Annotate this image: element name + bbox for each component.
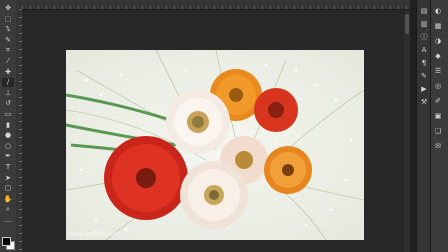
gradient-tool[interactable]: ▮: [2, 121, 14, 130]
gerbera-flowers-photo: [66, 50, 364, 240]
path-select-tool[interactable]: ➤: [2, 174, 14, 183]
panel-dock-collapsed-left: ▤ ▥ ⓘ A ¶ ✎ ▶ ⚒: [416, 0, 431, 252]
layers-panel-icon[interactable]: ☰: [433, 66, 443, 75]
lasso-tool[interactable]: ᔐ: [2, 25, 14, 34]
history-brush-tool[interactable]: ↺: [2, 99, 14, 108]
image-watermark: www.ps素材.com: [70, 231, 120, 238]
info-panel-icon[interactable]: ⓘ: [419, 32, 429, 41]
color-panel-icon[interactable]: ◐: [433, 6, 443, 15]
paths-panel-icon[interactable]: ✐: [433, 96, 443, 105]
healing-brush-tool[interactable]: ✚: [2, 68, 14, 77]
actions-panel-icon[interactable]: ▶: [419, 84, 429, 93]
tool-presets-panel-icon[interactable]: ⚒: [419, 97, 429, 106]
brush-panel-icon[interactable]: ✎: [419, 71, 429, 80]
more-tools[interactable]: …: [2, 216, 14, 225]
zoom-tool[interactable]: ⌕: [2, 205, 14, 214]
move-tool[interactable]: ✥: [2, 4, 14, 13]
horizontal-ruler[interactable]: [22, 0, 410, 10]
blur-tool[interactable]: ●: [2, 131, 14, 140]
type-tool[interactable]: T: [2, 163, 14, 172]
shape-tool[interactable]: ▢: [2, 184, 14, 193]
history-panel-icon[interactable]: ▤: [419, 6, 429, 15]
notes-panel-icon[interactable]: ✉: [433, 141, 443, 150]
properties-panel-icon[interactable]: ▥: [419, 19, 429, 28]
marquee-tool[interactable]: ⬚: [2, 15, 14, 24]
panel-dock-collapsed-right: ◐ ▦ ◑ ◆ ☰ ◎ ✐ ▣ ❑ ✉: [430, 0, 448, 252]
document-image[interactable]: [66, 50, 364, 240]
eyedropper-tool[interactable]: ⁄: [2, 57, 14, 66]
foreground-color-swatch[interactable]: [2, 237, 11, 246]
eraser-tool[interactable]: ▭: [2, 110, 14, 119]
libraries-panel-icon[interactable]: ▣: [433, 111, 443, 120]
clone-stamp-tool[interactable]: ⊥: [2, 89, 14, 98]
channels-panel-icon[interactable]: ◎: [433, 81, 443, 90]
vertical-scrollbar-thumb[interactable]: [405, 14, 409, 34]
dodge-tool[interactable]: ○: [2, 142, 14, 151]
layer-comps-panel-icon[interactable]: ❑: [433, 126, 443, 135]
paragraph-panel-icon[interactable]: ¶: [419, 58, 429, 67]
brush-tool[interactable]: ∕: [2, 78, 14, 88]
swatches-panel-icon[interactable]: ▦: [433, 21, 443, 30]
character-panel-icon[interactable]: A: [419, 45, 429, 54]
quick-select-tool[interactable]: ✎: [2, 36, 14, 45]
adjustments-panel-icon[interactable]: ◑: [433, 36, 443, 45]
tools-panel: ✥ ⬚ ᔐ ✎ ⌗ ⁄ ✚ ∕ ⊥ ↺ ▭ ▮ ● ○ ✒ T ➤ ▢ ✋ ⌕ …: [0, 0, 17, 252]
crop-tool[interactable]: ⌗: [2, 46, 14, 55]
pen-tool[interactable]: ✒: [2, 152, 14, 161]
styles-panel-icon[interactable]: ◆: [433, 51, 443, 60]
hand-tool[interactable]: ✋: [2, 195, 14, 204]
